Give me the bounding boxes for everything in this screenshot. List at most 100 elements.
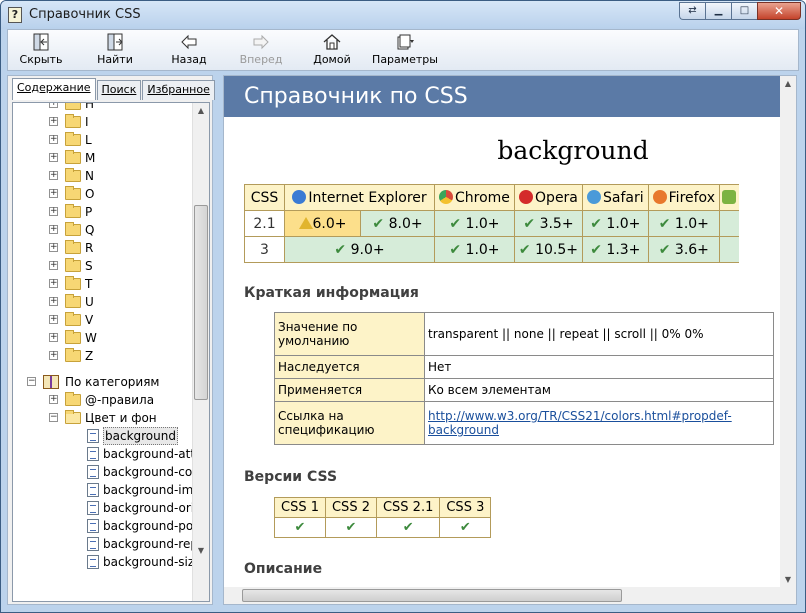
document-icon <box>87 447 99 461</box>
compat-cell: ✔ 1.3+ <box>582 236 649 263</box>
versions-heading: Версии CSS <box>244 469 338 485</box>
folder-icon <box>65 114 81 128</box>
maximize-button[interactable]: □ <box>731 2 757 20</box>
folder-icon <box>65 168 81 182</box>
compat-cell: ✔ 1.0+ <box>582 210 649 237</box>
hide-button[interactable]: Скрыть <box>18 32 64 70</box>
opera-icon <box>519 189 534 204</box>
check-icon: ✔ <box>459 520 471 535</box>
check-icon: ✔ <box>294 520 306 535</box>
spec-link[interactable]: http://www.w3.org/TR/CSS21/colors.html#p… <box>428 409 732 437</box>
compat-header-ie: Internet Explorer <box>284 184 435 211</box>
page-title: background <box>497 136 649 165</box>
folder-icon <box>65 222 81 236</box>
resize-icon[interactable]: ⇄ <box>679 2 705 20</box>
options-button[interactable]: Параметры <box>372 32 438 70</box>
folder-icon <box>65 294 81 308</box>
folder-icon <box>65 186 81 200</box>
options-icon <box>397 34 414 50</box>
document-icon <box>87 519 99 533</box>
contents-tree: + H + I + L + M + N + O + P + Q + R + S + T + U + V + W + Z − По кате… <box>12 102 210 602</box>
folder-icon <box>65 276 81 290</box>
folder-icon <box>65 132 81 146</box>
chrome-icon <box>439 189 453 204</box>
check-icon: ✔ <box>372 215 385 232</box>
firefox-icon <box>652 189 667 204</box>
scroll-down-arrow-icon[interactable]: ▼ <box>193 543 209 559</box>
check-icon: ✔ <box>345 520 357 535</box>
help-window: ? Справочник CSS ⇄ ▁ □ ✕ Скрыть Найти На… <box>0 0 806 613</box>
check-icon: ✔ <box>590 241 602 258</box>
folder-icon <box>65 240 81 254</box>
folder-icon <box>65 330 81 344</box>
check-icon: ✔ <box>658 215 671 232</box>
compat-header-safari: Safari <box>582 184 649 211</box>
tab-search[interactable]: Поиск <box>96 80 142 100</box>
tree-scroll-thumb[interactable] <box>194 205 208 400</box>
compat-header-android <box>718 184 740 211</box>
content-scrollbar[interactable]: ▲ ▼ <box>780 76 796 588</box>
check-icon: ✔ <box>334 241 347 258</box>
folder-icon <box>65 392 81 406</box>
tab-favorites[interactable]: Избранное <box>142 80 215 100</box>
compat-cell: ✔ 1.0+ <box>434 210 515 237</box>
compat-header-chrome: Chrome <box>434 184 515 211</box>
ie-icon <box>292 189 307 204</box>
nav-tabs: Содержание Поиск Избранное <box>12 78 216 100</box>
compat-cell: ✔ 3.5+ <box>513 210 584 237</box>
home-icon <box>323 34 341 50</box>
folder-icon <box>65 103 81 110</box>
check-icon: ✔ <box>449 215 462 232</box>
compat-cell <box>718 210 740 237</box>
size-grip[interactable] <box>780 587 796 604</box>
brief-heading: Краткая информация <box>244 285 419 301</box>
folder-icon <box>65 258 81 272</box>
brief-table: Значение по умолчанию transparent || non… <box>274 312 774 445</box>
document-icon <box>87 465 99 479</box>
versions-table: CSS 1 CSS 2 CSS 2.1 CSS 3 ✔ ✔ ✔ ✔ <box>274 497 492 538</box>
window-title: Справочник CSS <box>29 7 141 22</box>
check-icon: ✔ <box>523 215 536 232</box>
minimize-button[interactable]: ▁ <box>705 2 731 20</box>
document-icon <box>87 537 99 551</box>
safari-icon <box>587 189 602 204</box>
compat-header-css: CSS <box>244 184 285 211</box>
navigation-pane: Содержание Поиск Избранное + H + I + L + M + N + O +… <box>7 75 216 605</box>
compat-cell: ✔ 3.6+ <box>647 236 720 263</box>
find-pane-icon <box>107 33 123 51</box>
close-button[interactable]: ✕ <box>757 2 801 20</box>
hscroll-thumb[interactable] <box>242 589 622 602</box>
find-button[interactable]: Найти <box>92 32 138 70</box>
arrow-left-icon <box>181 34 197 50</box>
document-icon <box>87 555 99 569</box>
compat-table: CSS Internet Explorer Chrome Opera Safar… <box>244 184 740 263</box>
window-controls: ⇄ ▁ □ ✕ <box>679 2 801 20</box>
compat-cell: ✔ 10.5+ <box>513 236 584 263</box>
description-heading: Описание <box>244 561 323 577</box>
folder-open-icon <box>65 410 81 424</box>
tab-contents[interactable]: Содержание <box>12 78 96 100</box>
check-icon: ✔ <box>449 241 462 258</box>
scroll-up-arrow-icon[interactable]: ▲ <box>193 103 209 119</box>
back-button[interactable]: Назад <box>166 32 212 70</box>
scroll-down-arrow-icon[interactable]: ▼ <box>780 572 796 588</box>
content-hscrollbar[interactable] <box>224 587 782 604</box>
folder-icon <box>65 204 81 218</box>
book-open-icon <box>43 375 59 389</box>
home-button[interactable]: Домой <box>310 32 354 70</box>
title-bar[interactable]: ? Справочник CSS ⇄ ▁ □ ✕ <box>1 1 805 29</box>
folder-icon <box>65 312 81 326</box>
compat-header-opera: Opera <box>513 184 584 211</box>
compat-header-firefox: Firefox <box>647 184 720 211</box>
document-icon <box>87 429 99 443</box>
help-app-icon: ? <box>8 7 22 23</box>
tree-scrollbar[interactable]: ▲ ▼ <box>192 103 209 601</box>
scroll-up-arrow-icon[interactable]: ▲ <box>780 76 796 92</box>
check-icon: ✔ <box>518 241 531 258</box>
forward-button[interactable]: Вперед <box>236 32 286 70</box>
check-icon: ✔ <box>590 215 602 232</box>
document-icon <box>87 483 99 497</box>
folder-icon <box>65 150 81 164</box>
check-icon: ✔ <box>658 241 671 258</box>
warning-icon <box>298 216 313 229</box>
